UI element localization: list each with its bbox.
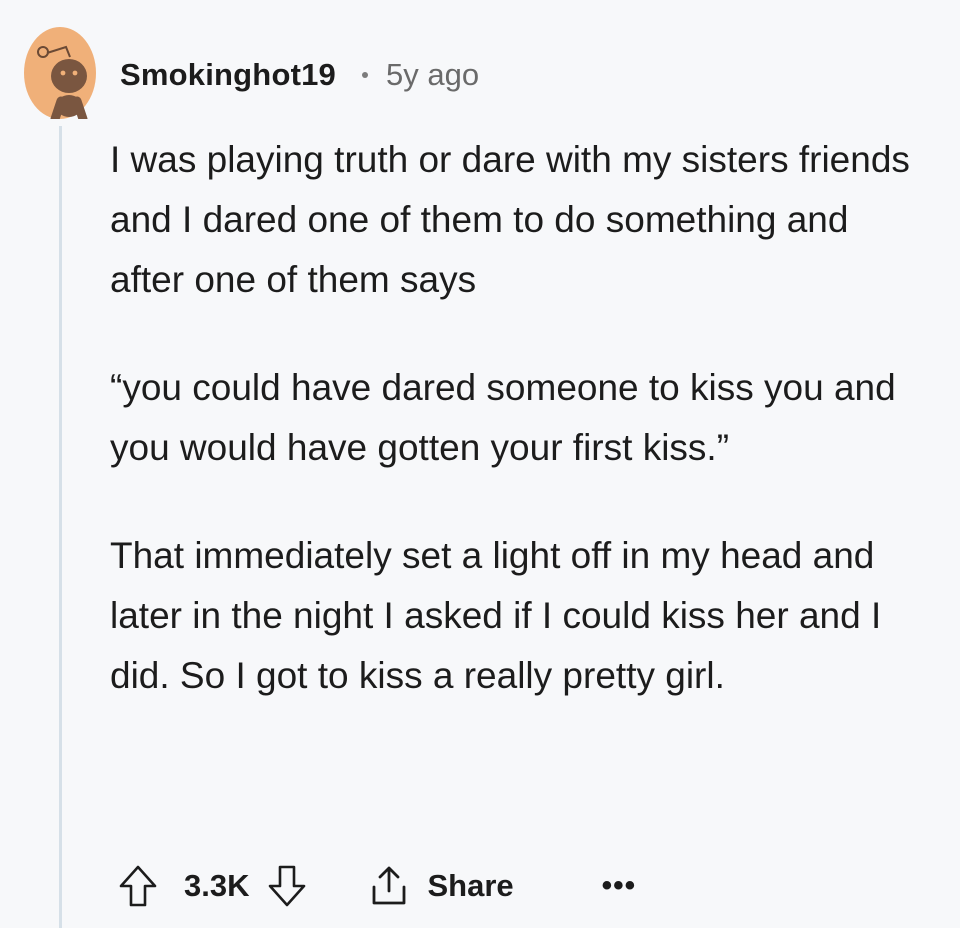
timestamp[interactable]: 5y ago xyxy=(386,57,479,93)
comment-paragraph: “you could have dared someone to kiss yo… xyxy=(110,367,896,468)
upvote-arrow-icon xyxy=(119,865,157,907)
avatar[interactable] xyxy=(24,27,96,124)
share-icon xyxy=(373,866,406,905)
share-button[interactable]: Share xyxy=(369,865,514,907)
separator-dot xyxy=(361,72,368,78)
comment-header: Smokinghot19 5y ago xyxy=(120,52,479,98)
username[interactable]: Smokinghot19 xyxy=(120,57,336,93)
more-options-icon[interactable]: ••• xyxy=(602,869,637,903)
downvote-button[interactable] xyxy=(267,864,307,908)
comment-paragraph: I was playing truth or dare with my sist… xyxy=(110,139,910,300)
upvote-button[interactable] xyxy=(118,864,158,908)
comment-actions: 3.3K Share ••• xyxy=(118,858,636,914)
snoo-avatar-icon xyxy=(24,27,96,124)
thread-line[interactable] xyxy=(59,126,62,928)
downvote-arrow-icon xyxy=(269,865,306,907)
share-label: Share xyxy=(427,868,514,903)
comment-paragraph: That immediately set a light off in my h… xyxy=(110,535,882,696)
vote-count: 3.3K xyxy=(184,868,250,903)
comment-body: I was playing truth or dare with my sist… xyxy=(110,130,930,706)
